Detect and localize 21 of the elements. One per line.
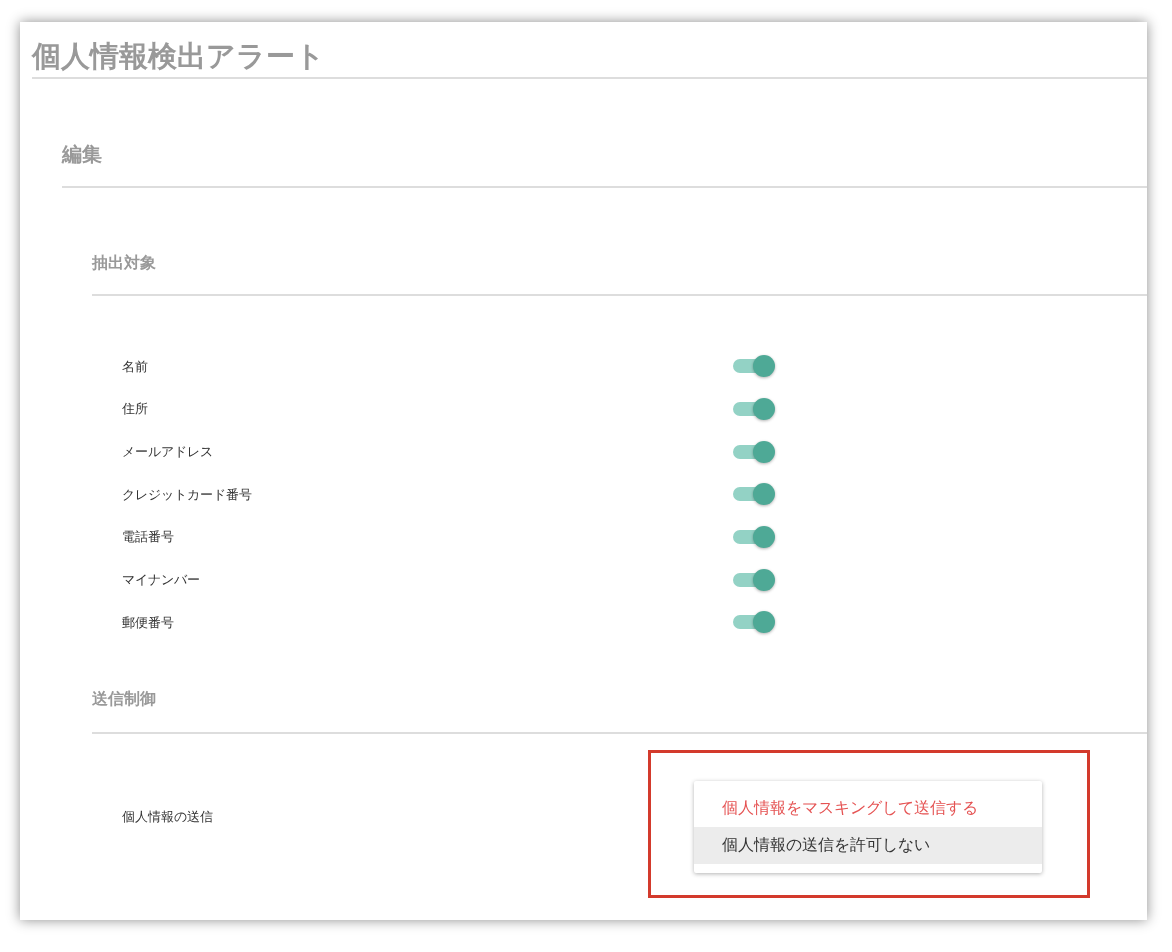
setting-label: 住所 [122,400,149,419]
toggle-switch[interactable] [733,483,775,506]
setting-label: 電話番号 [122,528,175,547]
menu-option[interactable]: 個人情報をマスキングして送信する [694,789,1042,827]
toggle-switch[interactable] [733,398,775,421]
setting-label: 個人情報の送信 [122,807,214,826]
toggle-switch[interactable] [733,568,775,591]
setting-label: メールアドレス [122,442,214,461]
page-title: 個人情報検出アラート [32,36,1147,79]
subsection-heading: 抽出対象 [92,252,1147,296]
toggle-switch[interactable] [733,355,775,378]
subsection-heading: 送信制御 [92,687,1147,734]
toggle-switch[interactable] [733,440,775,463]
toggle-switch[interactable] [733,611,775,634]
setting-label: クレジットカード番号 [122,485,253,504]
toggle-switch[interactable] [733,526,775,549]
setting-label: 郵便番号 [122,613,175,632]
setting-label: マイナンバー [122,571,201,590]
section-heading: 編集 [62,141,1147,188]
menu-option[interactable]: 個人情報の送信を許可しない [694,826,1042,864]
setting-label: 名前 [122,357,149,376]
